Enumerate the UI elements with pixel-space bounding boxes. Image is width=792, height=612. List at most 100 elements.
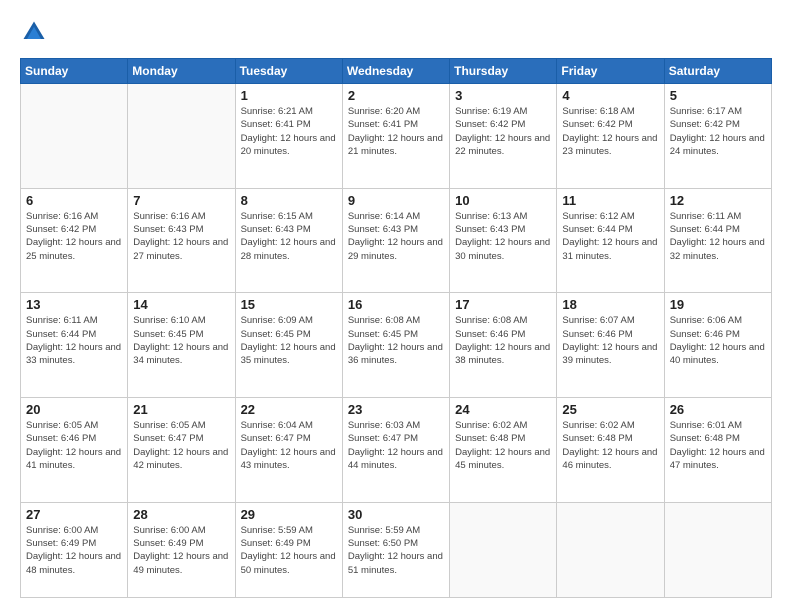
cell-info-line: Sunset: 6:46 PM <box>455 329 525 340</box>
day-number: 18 <box>562 297 658 312</box>
day-number: 2 <box>348 88 444 103</box>
calendar-week-row: 6 Sunrise: 6:16 AM Sunset: 6:42 PM Daylight… <box>21 188 772 293</box>
day-number: 24 <box>455 402 551 417</box>
table-row: 25Sunrise: 6:02 AMSunset: 6:48 PMDayligh… <box>557 398 664 503</box>
cell-info-line: Sunset: 6:46 PM <box>562 329 632 340</box>
cell-info: Sunrise: 6:20 AMSunset: 6:41 PMDaylight:… <box>348 105 444 158</box>
table-row: 1 Sunrise: 6:21 AM Sunset: 6:41 PM Daylight… <box>235 84 342 189</box>
cell-info-line: Sunset: 6:43 PM <box>133 224 203 235</box>
cell-info-line: Sunset: 6:48 PM <box>670 433 740 444</box>
day-number: 8 <box>241 193 337 208</box>
cell-info: Sunrise: 6:11 AMSunset: 6:44 PMDaylight:… <box>26 314 122 367</box>
day-number: 12 <box>670 193 766 208</box>
cell-info-line: Sunrise: 6:16 AM <box>133 211 205 222</box>
day-number: 19 <box>670 297 766 312</box>
calendar-week-row: 20Sunrise: 6:05 AMSunset: 6:46 PMDayligh… <box>21 398 772 503</box>
cell-info-line: Sunset: 6:50 PM <box>348 538 418 549</box>
day-number: 15 <box>241 297 337 312</box>
table-row: 4Sunrise: 6:18 AMSunset: 6:42 PMDaylight… <box>557 84 664 189</box>
cell-info-line: Sunrise: 6:21 AM <box>241 106 313 117</box>
day-number: 29 <box>241 507 337 522</box>
cell-info-line: Daylight: 12 hours and 49 minutes. <box>133 551 228 575</box>
table-row <box>21 84 128 189</box>
cell-info-line: Sunset: 6:42 PM <box>26 224 96 235</box>
table-row: 11Sunrise: 6:12 AMSunset: 6:44 PMDayligh… <box>557 188 664 293</box>
calendar-week-row: 27Sunrise: 6:00 AMSunset: 6:49 PMDayligh… <box>21 502 772 597</box>
logo-icon <box>20 18 48 46</box>
cell-info-line: Daylight: 12 hours and 22 minutes. <box>455 133 550 157</box>
cell-info-line: Sunrise: 6:07 AM <box>562 315 634 326</box>
cell-info-line: Daylight: 12 hours and 41 minutes. <box>26 447 121 471</box>
cell-info-line: Daylight: 12 hours and 48 minutes. <box>26 551 121 575</box>
table-row: 23Sunrise: 6:03 AMSunset: 6:47 PMDayligh… <box>342 398 449 503</box>
cell-info: Sunrise: 6:03 AMSunset: 6:47 PMDaylight:… <box>348 419 444 472</box>
weekday-saturday: Saturday <box>664 59 771 84</box>
table-row: 24 Sunrise: 6:02 AMSunset: 6:48 PMDayligh… <box>450 398 557 503</box>
calendar-table: SundayMondayTuesdayWednesdayThursdayFrid… <box>20 58 772 598</box>
cell-info-line: Daylight: 12 hours and 51 minutes. <box>348 551 443 575</box>
weekday-header-row: SundayMondayTuesdayWednesdayThursdayFrid… <box>21 59 772 84</box>
cell-info-line: Sunset: 6:42 PM <box>670 119 740 130</box>
cell-info-line: Daylight: 12 hours and 23 minutes. <box>562 133 657 157</box>
calendar-week-row: 1 Sunrise: 6:21 AM Sunset: 6:41 PM Daylight… <box>21 84 772 189</box>
day-number: 6 <box>26 193 122 208</box>
table-row: 19 Sunrise: 6:06 AM Sunset: 6:46 PM Dayligh… <box>664 293 771 398</box>
day-number: 21 <box>133 402 229 417</box>
cell-info: Sunrise: 6:05 AMSunset: 6:47 PMDaylight:… <box>133 419 229 472</box>
cell-info: Sunrise: 6:02 AMSunset: 6:48 PMDaylight:… <box>562 419 658 472</box>
cell-info-line: Sunset: 6:44 PM <box>670 224 740 235</box>
cell-info-line: Sunset: 6:45 PM <box>241 329 311 340</box>
cell-info-line: Daylight: 12 hours and 43 minutes. <box>241 447 336 471</box>
cell-info-line: Sunrise: 6:06 AM <box>670 315 742 326</box>
cell-info-line: Sunrise: 6:03 AM <box>348 420 420 431</box>
cell-info: Sunrise: 6:14 AMSunset: 6:43 PMDaylight:… <box>348 210 444 263</box>
table-row: 18Sunrise: 6:07 AMSunset: 6:46 PMDayligh… <box>557 293 664 398</box>
cell-info-line: Sunset: 6:46 PM <box>670 329 740 340</box>
logo <box>20 18 52 46</box>
cell-info: Sunrise: 6:08 AM Sunset: 6:45 PM Daylight:… <box>348 314 444 367</box>
cell-info-line: Daylight: 12 hours and 20 minutes. <box>241 133 336 157</box>
weekday-thursday: Thursday <box>450 59 557 84</box>
cell-info-line: Daylight: 12 hours and 45 minutes. <box>455 447 550 471</box>
cell-info: Sunrise: 6:16 AMSunset: 6:43 PMDaylight:… <box>133 210 229 263</box>
table-row: 3Sunrise: 6:19 AMSunset: 6:42 PMDaylight… <box>450 84 557 189</box>
table-row: 28Sunrise: 6:00 AMSunset: 6:49 PMDayligh… <box>128 502 235 597</box>
cell-info: Sunrise: 6:11 AMSunset: 6:44 PMDaylight:… <box>670 210 766 263</box>
cell-info-line: Sunrise: 6:14 AM <box>348 211 420 222</box>
cell-info-line: Sunset: 6:43 PM <box>455 224 525 235</box>
table-row: 16Sunrise: 6:08 AMSunset: 6:45 PMDayligh… <box>342 293 449 398</box>
weekday-tuesday: Tuesday <box>235 59 342 84</box>
cell-info-line: Daylight: 12 hours and 32 minutes. <box>670 237 765 261</box>
cell-info: Sunrise: 6:02 AMSunset: 6:48 PMDaylight:… <box>455 419 551 472</box>
day-number: 7 <box>133 193 229 208</box>
cell-info-line: Daylight: 12 hours and 40 minutes. <box>670 342 765 366</box>
day-number: 1 <box>241 88 337 103</box>
table-row: 26Sunrise: 6:01 AMSunset: 6:48 PMDayligh… <box>664 398 771 503</box>
weekday-monday: Monday <box>128 59 235 84</box>
day-number: 13 <box>26 297 122 312</box>
cell-info-line: Sunrise: 6:08 AM <box>348 315 420 326</box>
cell-info-line: Sunrise: 6:00 AM <box>26 525 98 536</box>
weekday-wednesday: Wednesday <box>342 59 449 84</box>
table-row <box>664 502 771 597</box>
cell-info-line: Sunset: 6:42 PM <box>455 119 525 130</box>
cell-info-line: Sunrise: 6:02 AM <box>455 420 527 431</box>
cell-info-line: Daylight: 12 hours and 24 minutes. <box>670 133 765 157</box>
cell-info-line: Sunset: 6:45 PM <box>348 329 418 340</box>
cell-info-line: Daylight: 12 hours and 46 minutes. <box>562 447 657 471</box>
cell-info-line: Sunset: 6:44 PM <box>562 224 632 235</box>
table-row: 17Sunrise: 6:08 AMSunset: 6:46 PMDayligh… <box>450 293 557 398</box>
table-row: 20Sunrise: 6:05 AMSunset: 6:46 PMDayligh… <box>21 398 128 503</box>
table-row: 27Sunrise: 6:00 AMSunset: 6:49 PMDayligh… <box>21 502 128 597</box>
cell-info-line: Sunrise: 6:08 AM <box>455 315 527 326</box>
table-row <box>128 84 235 189</box>
cell-info-line: Daylight: 12 hours and 36 minutes. <box>348 342 443 366</box>
table-row: 12 Sunrise: 6:11 AMSunset: 6:44 PMDayligh… <box>664 188 771 293</box>
cell-info-line: Sunset: 6:41 PM <box>241 119 311 130</box>
cell-info-line: Sunset: 6:49 PM <box>26 538 96 549</box>
cell-info-line: Daylight: 12 hours and 31 minutes. <box>562 237 657 261</box>
cell-info-line: Sunset: 6:48 PM <box>562 433 632 444</box>
cell-info: Sunrise: 6:09 AMSunset: 6:45 PMDaylight:… <box>241 314 337 367</box>
cell-info: Sunrise: 5:59 AMSunset: 6:50 PMDaylight:… <box>348 524 444 577</box>
cell-info-line: Sunrise: 6:10 AM <box>133 315 205 326</box>
